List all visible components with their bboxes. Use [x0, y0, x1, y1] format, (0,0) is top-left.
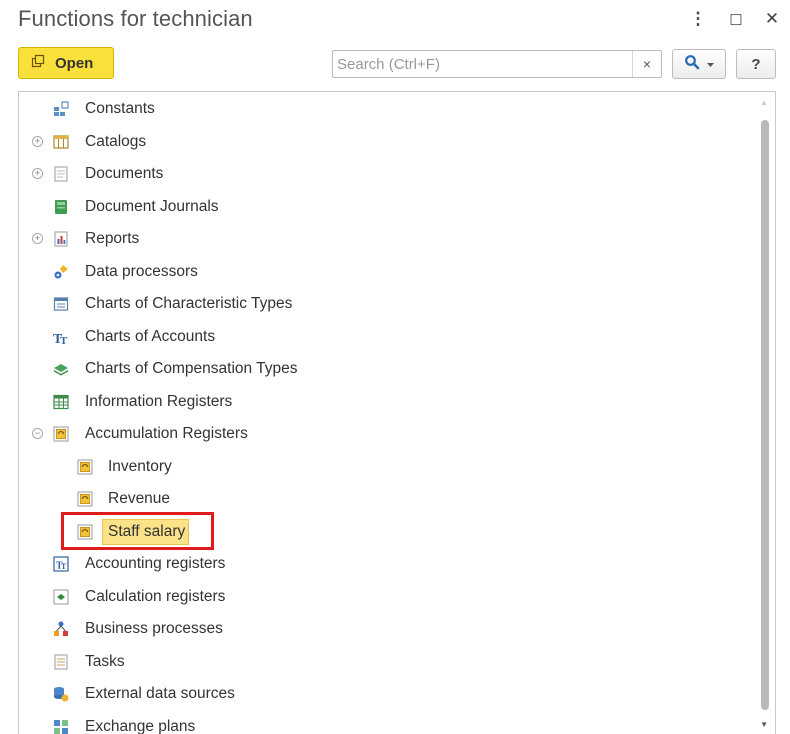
data-processors-icon [53, 264, 69, 280]
help-button[interactable]: ? [736, 49, 776, 79]
charts-characteristic-types-icon [53, 296, 69, 312]
search-icon [684, 54, 700, 75]
tree-item[interactable]: Charts of Compensation Types [19, 353, 754, 385]
constants-icon [53, 101, 69, 117]
open-button-label: Open [55, 54, 94, 72]
search-button[interactable] [672, 49, 726, 79]
tree-item-label: Accumulation Registers [85, 425, 248, 442]
tree-item[interactable]: + Documents [19, 158, 754, 190]
maximize-icon[interactable]: ☐ [726, 11, 746, 29]
vertical-scrollbar-thumb[interactable] [761, 120, 769, 710]
close-icon[interactable]: ✕ [762, 9, 782, 29]
catalogs-icon [53, 134, 69, 150]
collapse-icon[interactable]: − [32, 428, 43, 439]
tree-item-label: Catalogs [85, 132, 147, 150]
tree-item[interactable]: Information Registers [19, 386, 754, 418]
charts-of-accounts-icon: TT [53, 329, 69, 347]
annotation-highlight-box [61, 512, 214, 550]
scroll-up-icon[interactable]: ▲ [760, 98, 768, 107]
tree-item-label: Inventory [108, 457, 172, 475]
documents-icon [53, 166, 69, 182]
calculation-registers-icon [53, 589, 69, 605]
tree-item-label: Charts of Compensation Types [85, 360, 298, 377]
tree-item-label: Tasks [85, 652, 125, 670]
tree-item-label: Business processes [85, 620, 223, 637]
dropdown-arrow-icon [707, 55, 714, 73]
tree-item[interactable]: Tasks [19, 646, 754, 678]
tree-item-label: Revenue [108, 490, 171, 507]
tree-item-label: Constants [85, 100, 155, 117]
tree-item-label: Documents [85, 165, 164, 182]
tree-item[interactable]: + Reports [19, 223, 754, 255]
expand-icon[interactable]: + [32, 135, 43, 147]
tree-item-label: Exchange plans [85, 717, 196, 734]
more-actions-icon[interactable]: ⋮ [688, 9, 708, 29]
expand-icon[interactable]: + [32, 168, 43, 179]
expand-icon[interactable]: + [32, 233, 43, 244]
open-button[interactable]: Open [18, 47, 114, 79]
window-title: Functions for technician [18, 6, 253, 31]
exchange-plans-icon [53, 719, 69, 734]
tree-item[interactable]: Constants [19, 93, 754, 125]
charts-compensation-types-icon [53, 361, 69, 377]
tree-item-label: Accounting registers [85, 555, 226, 572]
tree-item[interactable]: Revenue [19, 483, 754, 515]
svg-text:T: T [60, 335, 68, 345]
tree-item[interactable]: Data processors [19, 256, 754, 288]
accumulation-register-icon [77, 459, 93, 475]
search-box: × [332, 50, 662, 78]
external-data-sources-icon [53, 686, 69, 702]
tree-item-label: Charts of Accounts [85, 327, 216, 345]
tree-item-label: Document Journals [85, 197, 219, 215]
tree-item[interactable]: T T Accounting registers [19, 548, 754, 580]
tree-item[interactable]: + Catalogs [19, 126, 754, 158]
tree-item[interactable]: Business processes [19, 613, 754, 645]
tasks-icon [53, 654, 69, 670]
tree-item-label: Calculation registers [85, 587, 226, 605]
accumulation-registers-icon [53, 426, 69, 442]
tree-item[interactable]: T T Charts of Accounts [19, 321, 754, 353]
search-input[interactable] [333, 51, 631, 77]
scroll-down-icon[interactable]: ▼ [760, 720, 768, 729]
tree-item[interactable]: Document Journals [19, 191, 754, 223]
tree-item[interactable]: Calculation registers [19, 581, 754, 613]
search-clear-button[interactable]: × [632, 51, 661, 77]
accumulation-register-icon [77, 491, 93, 507]
document-journals-icon [53, 199, 69, 215]
tree-item[interactable]: − Accumulation Registers [19, 418, 754, 450]
reports-icon [53, 231, 69, 247]
tree-item[interactable]: External data sources [19, 678, 754, 710]
accounting-registers-icon: TT [53, 556, 69, 572]
information-registers-icon [53, 394, 69, 410]
svg-text:T: T [61, 562, 67, 571]
tree-item-label: Data processors [85, 262, 198, 280]
tree-item[interactable]: Charts of Characteristic Types [19, 288, 754, 320]
tree-item-label: External data sources [85, 685, 235, 702]
open-window-icon [31, 54, 45, 72]
tree-item-label: Information Registers [85, 392, 233, 410]
tree-item[interactable]: Exchange plans [19, 711, 754, 734]
tree-item[interactable]: Inventory [19, 451, 754, 483]
business-processes-icon [53, 621, 69, 637]
tree-item-label: Reports [85, 230, 140, 247]
tree-item-label: Charts of Characteristic Types [85, 295, 293, 312]
metadata-tree: Constants + Catalogs + Documents Document Jou… [18, 91, 776, 734]
